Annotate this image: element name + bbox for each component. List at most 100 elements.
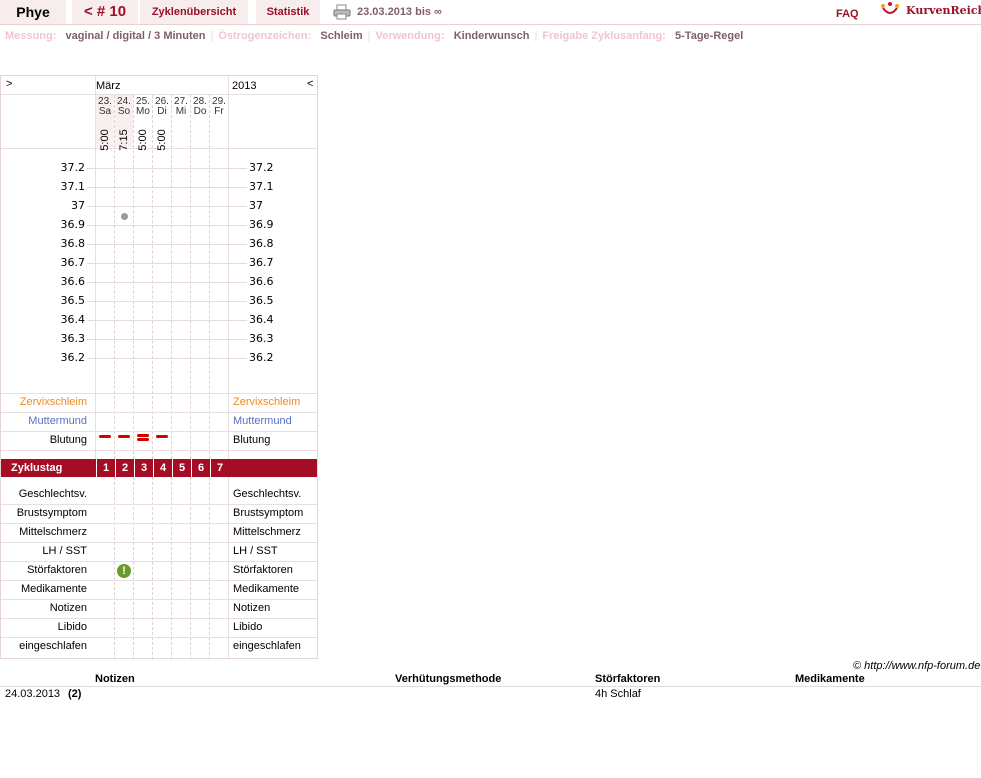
temperature-gridline <box>87 168 247 169</box>
settings-value: Schleim <box>320 30 363 42</box>
table-cell-disturbance: 4h Schlaf <box>595 688 641 700</box>
table-header-line <box>0 686 981 687</box>
logo-text[interactable]: KurvenReich <box>906 4 981 17</box>
crown-heart-logo-icon[interactable] <box>880 2 900 20</box>
cycle-overview-tab[interactable]: Zyklenübersicht <box>140 0 248 24</box>
symptom-row-label-right[interactable]: Mittelschmerz <box>233 526 301 538</box>
bleeding-mark[interactable] <box>118 435 130 438</box>
temperature-label-left: 36.8 <box>60 237 86 250</box>
temperature-gridline <box>87 263 247 264</box>
cycle-day-number[interactable]: 1 <box>96 459 115 477</box>
settings-separator: | <box>210 30 214 42</box>
symptom-row-label-right[interactable]: Brustsymptom <box>233 507 303 519</box>
symptom-row-label[interactable]: Libido <box>1 621 87 633</box>
symptom-row-label[interactable]: Medikamente <box>1 583 87 595</box>
temperature-gridline <box>87 320 247 321</box>
symptom-row-label-right[interactable]: Geschlechtsv. <box>233 488 301 500</box>
symptom-row-label[interactable]: Störfaktoren <box>1 564 87 576</box>
observation-row-label-right[interactable]: Blutung <box>233 434 270 446</box>
cycle-day-number[interactable]: 4 <box>153 459 172 477</box>
measurement-time-text: 5:00 <box>99 129 111 151</box>
temperature-label-right: 36.3 <box>249 332 274 345</box>
symptom-row-label[interactable]: Brustsymptom <box>1 507 87 519</box>
symptom-row-label-right[interactable]: LH / SST <box>233 545 278 557</box>
row-line <box>1 561 317 562</box>
settings-value: 5-Tage-Regel <box>675 30 744 42</box>
symptom-row-label[interactable]: Mittelschmerz <box>1 526 87 538</box>
symptom-row-label[interactable]: Geschlechtsv. <box>1 488 87 500</box>
cycle-day-number[interactable]: 5 <box>172 459 191 477</box>
prev-cycle-arrow[interactable]: < <box>307 78 313 90</box>
temperature-label-left: 36.7 <box>60 256 86 269</box>
copyright-note: © http://www.nfp-forum.de <box>853 660 981 672</box>
table-header: Medikamente <box>795 673 865 685</box>
measurement-time-text: 7:15 <box>118 129 130 151</box>
table-header: Verhütungsmethode <box>395 673 502 685</box>
faq-link[interactable]: FAQ <box>836 8 859 20</box>
temperature-label-right: 36.6 <box>249 275 274 288</box>
symptom-row-label-right[interactable]: Notizen <box>233 602 270 614</box>
disturbance-warning-icon[interactable]: ! <box>117 564 131 578</box>
settings-spacer <box>445 30 454 42</box>
settings-label: Östrogenzeichen: <box>218 30 312 42</box>
temperature-gridline <box>87 206 247 207</box>
cycle-day-bar: Zyklustag 1 2 3 4 5 6 7 <box>1 459 317 477</box>
bleeding-mark[interactable] <box>137 438 149 441</box>
settings-separator: | <box>534 30 538 42</box>
symptom-row-label-right[interactable]: Libido <box>233 621 262 633</box>
cycle-day-label: Zyklustag <box>11 462 63 474</box>
measurement-time <box>191 122 209 158</box>
cycle-day-number[interactable]: 3 <box>134 459 153 477</box>
observation-row-label[interactable]: Blutung <box>1 434 87 446</box>
cycle-day-number[interactable]: 7 <box>210 459 229 477</box>
table-cell-date[interactable]: 24.03.2013 <box>5 688 60 700</box>
temperature-gridline <box>87 244 247 245</box>
observation-row-label-right[interactable]: Muttermund <box>233 415 292 427</box>
observation-row-label-right[interactable]: Zervixschleim <box>233 396 300 408</box>
temperature-label-left: 36.9 <box>60 218 86 231</box>
day-weekday: Sa <box>98 106 112 117</box>
measurement-time: 5:00 <box>134 122 152 158</box>
temperature-point[interactable] <box>121 212 128 220</box>
table-cell-count: (2) <box>68 688 82 700</box>
temperature-gridline <box>87 187 247 188</box>
observation-row-label[interactable]: Muttermund <box>1 415 87 427</box>
measurement-time-text: 5:00 <box>137 129 149 151</box>
top-navigation: Phye < # 10 Zyklenübersicht Statistik 23… <box>0 0 981 25</box>
bleeding-mark[interactable] <box>156 435 168 438</box>
next-cycle-arrow[interactable]: > <box>6 78 12 90</box>
year-label: 2013 <box>232 80 257 92</box>
temperature-label-left: 36.2 <box>60 351 86 364</box>
cycle-date-range: 23.03.2013 bis ∞ <box>357 6 442 18</box>
symptom-row-label[interactable]: Notizen <box>1 602 87 614</box>
temperature-label-left: 37 <box>71 199 85 212</box>
cycle-number-tab[interactable]: < # 10 <box>72 0 138 24</box>
settings-summary: Messung: vaginal / digital / 3 Minuten | Ö… <box>5 30 743 42</box>
temperature-label-left: 37.2 <box>60 161 86 174</box>
temperature-label-left: 37.1 <box>60 180 86 193</box>
symptom-row-label-right[interactable]: eingeschlafen <box>233 640 301 652</box>
symptom-row-label[interactable]: eingeschlafen <box>1 640 87 652</box>
statistics-tab[interactable]: Statistik <box>256 0 320 24</box>
temperature-gridline <box>87 301 247 302</box>
symptom-row-label[interactable]: LH / SST <box>1 545 87 557</box>
cycle-day-number[interactable]: 6 <box>191 459 210 477</box>
month-label: März <box>96 80 121 92</box>
symptom-row-label-right[interactable]: Medikamente <box>233 583 299 595</box>
observation-row-label[interactable]: Zervixschleim <box>1 396 87 408</box>
day-weekday: Mi <box>175 106 187 117</box>
symptom-row-label-right[interactable]: Störfaktoren <box>233 564 293 576</box>
row-line <box>1 412 317 413</box>
temperature-label-right: 37.1 <box>249 180 274 193</box>
measurement-time-text: 5:00 <box>156 129 168 151</box>
bleeding-mark[interactable] <box>99 435 111 438</box>
table-header: Notizen <box>95 673 135 685</box>
cycle-day-number[interactable]: 2 <box>115 459 134 477</box>
printer-icon[interactable] <box>333 4 351 20</box>
user-name-tab[interactable]: Phye <box>0 0 66 24</box>
cycle-chart: > März 2013 <23. Sa 5:00 24. So 7:15 25. Mo 5:00 26.… <box>0 75 318 660</box>
bleeding-mark[interactable] <box>137 434 149 437</box>
day-weekday: Mo <box>136 106 150 117</box>
temperature-label-right: 37.2 <box>249 161 274 174</box>
header-line <box>1 94 317 95</box>
